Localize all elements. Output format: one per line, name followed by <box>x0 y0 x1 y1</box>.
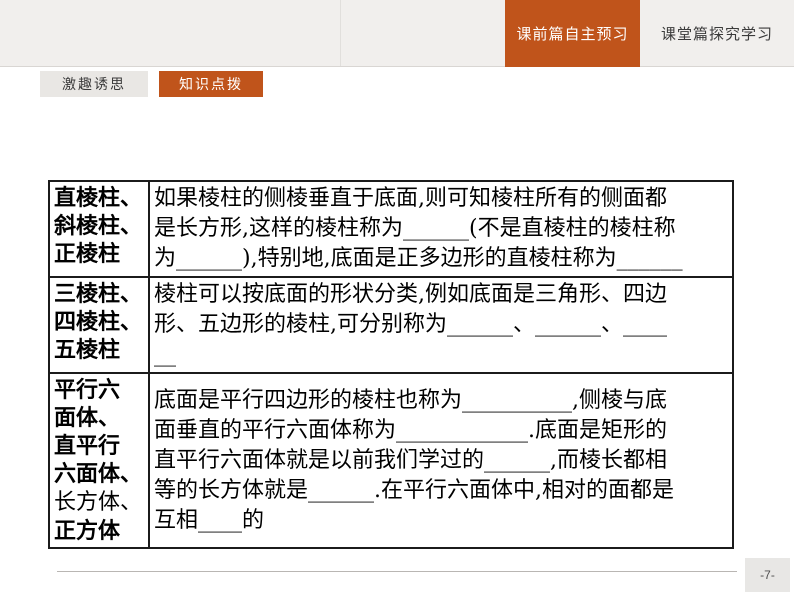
table-row-prism-types: 直棱柱、 斜棱柱、 正棱柱 如果棱柱的侧棱垂直于底面,则可知棱柱所有的侧面都 是… <box>48 180 734 278</box>
definition-cell: 如果棱柱的侧棱垂直于底面,则可知棱柱所有的侧面都 是长方形,这样的棱柱称为___… <box>148 180 734 278</box>
definition-cell: 底面是平行四边形的棱柱也称为__________,侧棱与底 面垂直的平行六面体称… <box>148 372 734 549</box>
term-cell: 平行六 面体、 直平行 六面体、 长方体、 正方体 <box>48 372 150 549</box>
table-row-parallelepiped: 平行六 面体、 直平行 六面体、 长方体、 正方体 底面是平行四边形的棱柱也称为… <box>48 372 734 549</box>
button-interest-arousal[interactable]: 激趣诱思 <box>40 71 148 97</box>
term-part-bold: 平行六 面体、 直平行 六面体、 <box>54 377 143 487</box>
definition-cell: 棱柱可以按底面的形状分类,例如底面是三角形、四边 形、五边形的棱柱,可分别称为_… <box>148 276 734 374</box>
topbar-divider <box>340 0 341 66</box>
term-part-bold: 正方体 <box>54 518 121 544</box>
term-cell: 三棱柱、 四棱柱、 五棱柱 <box>48 276 150 374</box>
button-knowledge-points[interactable]: 知识点拨 <box>159 71 263 97</box>
tab-in-class-study[interactable]: 课堂篇探究学习 <box>640 0 794 67</box>
footer-divider <box>57 571 737 572</box>
slide: 课前篇自主预习 课堂篇探究学习 激趣诱思 知识点拨 直棱柱、 斜棱柱、 正棱柱 … <box>0 0 794 596</box>
top-nav-bar: 课前篇自主预习 课堂篇探究学习 <box>0 0 794 67</box>
term-cell: 直棱柱、 斜棱柱、 正棱柱 <box>48 180 150 278</box>
tab-pre-class-preview[interactable]: 课前篇自主预习 <box>505 0 640 67</box>
knowledge-table: 直棱柱、 斜棱柱、 正棱柱 如果棱柱的侧棱垂直于底面,则可知棱柱所有的侧面都 是… <box>48 180 734 549</box>
table-row-prism-by-base: 三棱柱、 四棱柱、 五棱柱 棱柱可以按底面的形状分类,例如底面是三角形、四边 形… <box>48 276 734 374</box>
term-part-regular: 长方体、 <box>54 490 143 515</box>
page-number: -7- <box>745 558 790 592</box>
